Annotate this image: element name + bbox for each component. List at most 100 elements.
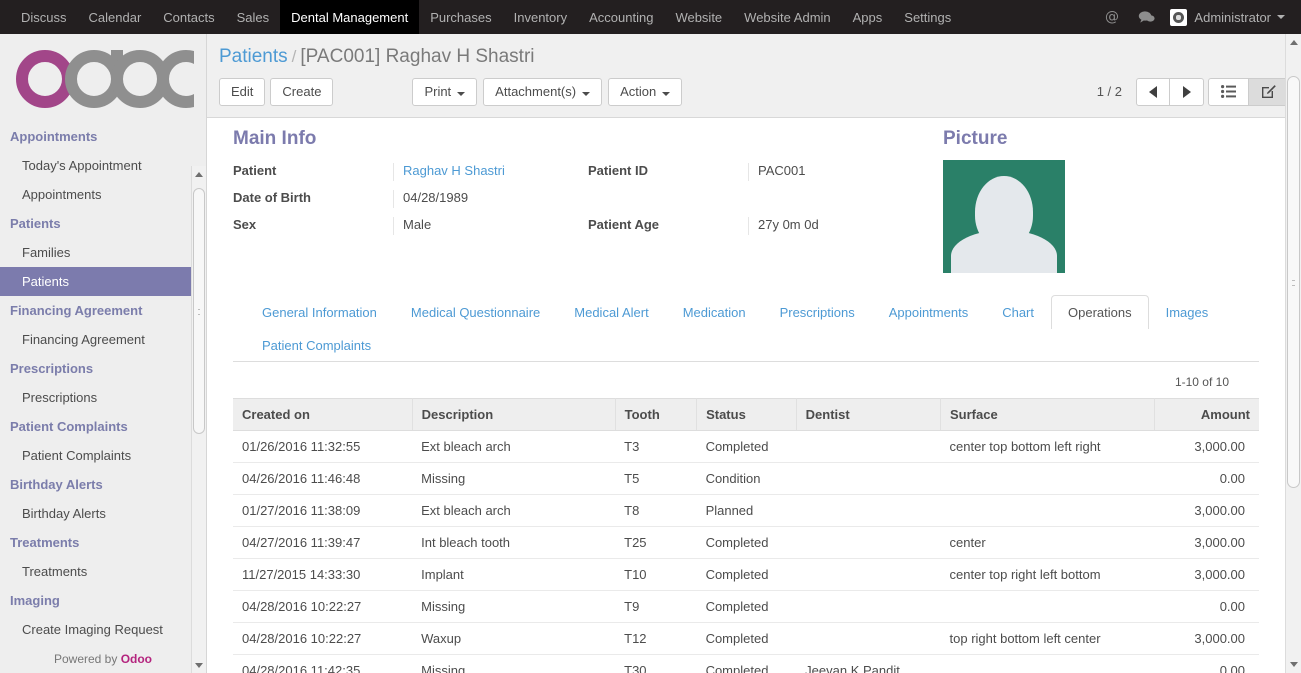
tab-medical-questionnaire[interactable]: Medical Questionnaire — [394, 295, 557, 329]
user-menu-label: Administrator — [1194, 10, 1271, 25]
sidebar-item-today-s-appointment[interactable]: Today's Appointment — [0, 151, 206, 180]
chat-bubble-icon[interactable] — [1129, 10, 1164, 24]
cell-dentist: Jeevan K Pandit — [796, 654, 940, 673]
column-header-description[interactable]: Description — [412, 398, 615, 430]
column-header-tooth[interactable]: Tooth — [615, 398, 696, 430]
tab-chart[interactable]: Chart — [985, 295, 1051, 329]
nav-item-settings[interactable]: Settings — [893, 0, 962, 34]
print-dropdown-button[interactable]: Print — [412, 78, 477, 106]
main-content: Patients/[PAC001] Raghav H Shastri Edit … — [207, 34, 1301, 673]
nav-item-accounting[interactable]: Accounting — [578, 0, 664, 34]
tab-prescriptions[interactable]: Prescriptions — [763, 295, 872, 329]
action-dropdown-button[interactable]: Action — [608, 78, 682, 106]
sidebar-item-treatments[interactable]: Treatments — [0, 557, 206, 586]
cell-amount: 0.00 — [1155, 590, 1259, 622]
nav-item-calendar[interactable]: Calendar — [78, 0, 153, 34]
sidebar-item-create-imaging-request[interactable]: Create Imaging Request — [0, 615, 206, 644]
table-row[interactable]: 01/27/2016 11:38:09Ext bleach archT8Plan… — [233, 494, 1259, 526]
patient-avatar-placeholder[interactable] — [943, 160, 1065, 273]
cell-dentist — [796, 494, 940, 526]
form-view-button[interactable] — [1249, 78, 1289, 106]
nav-item-apps[interactable]: Apps — [842, 0, 894, 34]
table-row[interactable]: 04/26/2016 11:46:48MissingT5Condition0.0… — [233, 462, 1259, 494]
cell-surface — [941, 494, 1155, 526]
sidebar-item-appointments[interactable]: Appointments — [0, 180, 206, 209]
nav-item-website-admin[interactable]: Website Admin — [733, 0, 841, 34]
notebook-tabs: General InformationMedical Questionnaire… — [233, 295, 1259, 362]
at-sign-icon[interactable]: @ — [1095, 9, 1129, 25]
tab-medical-alert[interactable]: Medical Alert — [557, 295, 665, 329]
sidebar-item-families[interactable]: Families — [0, 238, 206, 267]
sidebar-item-patients[interactable]: Patients — [0, 267, 206, 296]
date-of-birth-label: Date of Birth — [233, 190, 393, 205]
cell-status: Completed — [697, 558, 797, 590]
sidebar-item-prescriptions[interactable]: Prescriptions — [0, 383, 206, 412]
nav-item-purchases[interactable]: Purchases — [419, 0, 502, 34]
main-scrollbar[interactable] — [1285, 34, 1301, 673]
odoo-brand-link[interactable]: Odoo — [121, 652, 152, 666]
nav-item-contacts[interactable]: Contacts — [152, 0, 225, 34]
cell-status: Completed — [697, 622, 797, 654]
sidebar-scrollbar-thumb[interactable] — [193, 188, 205, 434]
tab-appointments[interactable]: Appointments — [872, 295, 986, 329]
cell-surface — [941, 654, 1155, 673]
tab-medication[interactable]: Medication — [666, 295, 763, 329]
sidebar-section-patient-complaints: Patient Complaints — [0, 412, 206, 441]
table-row[interactable]: 04/28/2016 11:42:35MissingT30CompletedJe… — [233, 654, 1259, 673]
column-header-dentist[interactable]: Dentist — [796, 398, 940, 430]
scroll-down-arrow-icon[interactable] — [1286, 656, 1301, 673]
sidebar-item-patient-complaints[interactable]: Patient Complaints — [0, 441, 206, 470]
column-header-amount[interactable]: Amount — [1155, 398, 1259, 430]
column-header-status[interactable]: Status — [697, 398, 797, 430]
sidebar-scrollbar[interactable] — [191, 166, 206, 673]
column-header-created-on[interactable]: Created on — [233, 398, 412, 430]
cell-tooth: T25 — [615, 526, 696, 558]
svg-text:@: @ — [1105, 9, 1119, 25]
create-button[interactable]: Create — [270, 78, 333, 106]
previous-record-button[interactable] — [1136, 78, 1170, 106]
table-row[interactable]: 04/28/2016 10:22:27WaxupT12Completedtop … — [233, 622, 1259, 654]
cell-created-on: 04/28/2016 11:42:35 — [233, 654, 412, 673]
breadcrumb-root-link[interactable]: Patients — [219, 46, 288, 67]
field-patient: Patient Raghav H Shastri — [233, 160, 588, 187]
tab-patient-complaints[interactable]: Patient Complaints — [245, 328, 388, 362]
scroll-up-arrow-icon[interactable] — [192, 166, 206, 182]
edit-button[interactable]: Edit — [219, 78, 265, 106]
chevron-down-icon — [662, 92, 670, 96]
table-row[interactable]: 11/27/2015 14:33:30ImplantT10Completedce… — [233, 558, 1259, 590]
powered-by-footer: Powered by Odoo — [0, 646, 206, 673]
cell-description: Missing — [412, 654, 615, 673]
user-menu[interactable]: Administrator — [1164, 9, 1291, 26]
scroll-up-arrow-icon[interactable] — [1286, 34, 1301, 51]
table-row[interactable]: 04/28/2016 10:22:27MissingT9Completed0.0… — [233, 590, 1259, 622]
attachments-dropdown-button[interactable]: Attachment(s) — [483, 78, 602, 106]
table-row[interactable]: 01/26/2016 11:32:55Ext bleach archT3Comp… — [233, 430, 1259, 462]
patient-link[interactable]: Raghav H Shastri — [403, 163, 505, 178]
column-header-surface[interactable]: Surface — [941, 398, 1155, 430]
nav-item-inventory[interactable]: Inventory — [503, 0, 578, 34]
table-row[interactable]: 04/27/2016 11:39:47Int bleach toothT25Co… — [233, 526, 1259, 558]
sidebar-item-birthday-alerts[interactable]: Birthday Alerts — [0, 499, 206, 528]
cell-dentist — [796, 558, 940, 590]
date-of-birth-value: 04/28/1989 — [393, 190, 588, 208]
nav-item-dental-management[interactable]: Dental Management — [280, 0, 419, 34]
cell-tooth: T3 — [615, 430, 696, 462]
nav-item-sales[interactable]: Sales — [226, 0, 281, 34]
cell-amount: 0.00 — [1155, 654, 1259, 673]
operations-record-count: 1-10 of 10 — [233, 362, 1259, 398]
sidebar-item-financing-agreement[interactable]: Financing Agreement — [0, 325, 206, 354]
next-record-button[interactable] — [1170, 78, 1204, 106]
list-view-button[interactable] — [1208, 78, 1249, 106]
control-panel-buttons: Edit Create Print Attachment(s) Action 1… — [219, 72, 1289, 117]
tab-images[interactable]: Images — [1149, 295, 1226, 329]
odoo-logo[interactable] — [0, 34, 206, 120]
cell-status: Condition — [697, 462, 797, 494]
cell-dentist — [796, 590, 940, 622]
tab-general-information[interactable]: General Information — [245, 295, 394, 329]
nav-item-website[interactable]: Website — [664, 0, 733, 34]
nav-item-discuss[interactable]: Discuss — [10, 0, 78, 34]
main-scrollbar-thumb[interactable] — [1287, 76, 1300, 488]
cell-created-on: 01/27/2016 11:38:09 — [233, 494, 412, 526]
tab-operations[interactable]: Operations — [1051, 295, 1149, 329]
scroll-down-arrow-icon[interactable] — [192, 657, 206, 673]
